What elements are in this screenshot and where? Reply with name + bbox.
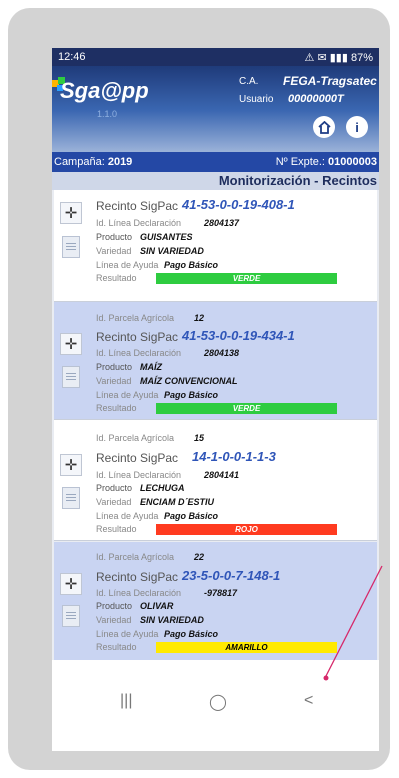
home-icon xyxy=(317,120,331,134)
user-label: Usuario xyxy=(239,94,274,105)
pointer-dot xyxy=(323,675,329,681)
list-item[interactable]: Id. Parcela Agrícola 15 ✛ Recinto SigPac… xyxy=(54,420,377,541)
app-header: Sga@pp 1.1.0 C.A. FEGA-Tragsatec Usuario… xyxy=(52,66,379,164)
variedad-value: ENCIAM D´ESTIU xyxy=(140,497,214,507)
producto-value: MAÍZ xyxy=(140,362,162,372)
parcela-value: 12 xyxy=(194,313,205,323)
home-nav-button[interactable]: ◯ xyxy=(209,692,227,712)
variedad-value: SIN VARIEDAD xyxy=(140,615,204,625)
expand-button[interactable]: ✛ xyxy=(60,202,82,224)
producto-label: Producto xyxy=(96,362,133,372)
plus-icon: ✛ xyxy=(64,576,78,593)
plus-icon: ✛ xyxy=(64,205,78,222)
resultado-badge: AMARILLO xyxy=(156,642,337,653)
ayuda-label: Línea de Ayuda xyxy=(96,260,159,270)
parcela-label: Id. Parcela Agrícola xyxy=(96,552,175,562)
parcela-value: 22 xyxy=(194,552,205,562)
parcela-label: Id. Parcela Agrícola xyxy=(96,433,175,443)
expte-label: Nº Expte.: xyxy=(275,156,325,168)
expand-button[interactable]: ✛ xyxy=(60,333,82,355)
campaign-label: Campaña: xyxy=(54,156,105,168)
variedad-label: Variedad xyxy=(96,497,132,507)
list-item[interactable]: Id. Parcela Agrícola 1 ✛ Recinto SigPac … xyxy=(54,190,377,302)
linea-value: 2804141 xyxy=(204,470,240,480)
producto-value: LECHUGA xyxy=(140,483,185,493)
ayuda-value: Pago Básico xyxy=(164,511,219,521)
producto-value: OLIVAR xyxy=(140,601,174,611)
recinto-value: 41-53-0-0-19-408-1 xyxy=(182,197,295,212)
app-version: 1.1.0 xyxy=(97,109,118,119)
status-bar: 12:46 ⚠ ✉ ▮▮▮ 87% xyxy=(52,48,379,66)
back-button[interactable]: < xyxy=(304,692,313,710)
resultado-badge: VERDE xyxy=(156,403,337,414)
linea-value: 2804137 xyxy=(204,218,240,228)
recinto-value: 14-1-0-0-1-1-3 xyxy=(192,449,276,464)
document-icon[interactable] xyxy=(62,366,80,388)
resultado-label: Resultado xyxy=(96,642,137,652)
ca-label: C.A. xyxy=(239,76,259,87)
expand-button[interactable]: ✛ xyxy=(60,454,82,476)
ayuda-value: Pago Básico xyxy=(164,629,219,639)
pointer-line xyxy=(325,565,383,677)
ca-value: FEGA-Tragsatec xyxy=(283,74,377,88)
expte-value: 01000003 xyxy=(328,156,377,168)
ayuda-label: Línea de Ayuda xyxy=(96,629,159,639)
campaign-bar: Campaña: 2019 Nº Expte.: 01000003 xyxy=(52,152,379,172)
variedad-value: SIN VARIEDAD xyxy=(140,246,204,256)
linea-label: Id. Línea Declaración xyxy=(96,588,182,598)
info-button[interactable]: i xyxy=(346,116,368,138)
info-icon: i xyxy=(355,119,359,135)
resultado-label: Resultado xyxy=(96,273,137,283)
status-time: 12:46 xyxy=(58,51,86,63)
document-icon[interactable] xyxy=(62,236,80,258)
producto-label: Producto xyxy=(96,483,133,493)
app-name: Sga@pp xyxy=(60,78,149,103)
variedad-value: MAÍZ CONVENCIONAL xyxy=(140,376,238,386)
recinto-label: Recinto SigPac xyxy=(96,199,179,213)
ayuda-value: Pago Básico xyxy=(164,260,219,270)
linea-label: Id. Línea Declaración xyxy=(96,348,182,358)
recinto-value: 41-53-0-0-19-434-1 xyxy=(182,328,295,343)
plus-icon: ✛ xyxy=(64,457,78,474)
document-icon[interactable] xyxy=(62,605,80,627)
recinto-label: Recinto SigPac xyxy=(96,451,179,465)
linea-label: Id. Línea Declaración xyxy=(96,218,182,228)
recinto-label: Recinto SigPac xyxy=(96,330,179,344)
resultado-badge: VERDE xyxy=(156,273,337,284)
list-item[interactable]: Id. Parcela Agrícola 12 ✛ Recinto SigPac… xyxy=(54,302,377,420)
page-title: Monitorización - Recintos xyxy=(52,172,379,190)
variedad-label: Variedad xyxy=(96,246,132,256)
resultado-label: Resultado xyxy=(96,403,137,413)
producto-value: GUISANTES xyxy=(140,232,193,242)
status-icons: ⚠ ✉ ▮▮▮ xyxy=(304,51,348,64)
status-indicators: ⚠ ✉ ▮▮▮ 87% xyxy=(305,51,373,64)
parcela-value: 15 xyxy=(194,433,205,443)
parcela-label: Id. Parcela Agrícola xyxy=(96,313,175,323)
variedad-label: Variedad xyxy=(96,615,132,625)
recinto-value: 23-5-0-0-7-148-1 xyxy=(182,568,281,583)
campaign-year: 2019 xyxy=(107,156,133,168)
user-value: 00000000T xyxy=(288,93,344,105)
producto-label: Producto xyxy=(96,601,133,611)
ayuda-label: Línea de Ayuda xyxy=(96,390,159,400)
producto-label: Producto xyxy=(96,232,133,242)
campaign-info: Campaña: 2019 xyxy=(54,156,132,168)
linea-label: Id. Línea Declaración xyxy=(96,470,182,480)
document-icon[interactable] xyxy=(62,487,80,509)
resultado-badge: ROJO xyxy=(156,524,337,535)
ayuda-label: Línea de Ayuda xyxy=(96,511,159,521)
expand-button[interactable]: ✛ xyxy=(60,573,82,595)
recinto-label: Recinto SigPac xyxy=(96,570,179,584)
ayuda-value: Pago Básico xyxy=(164,390,219,400)
resultado-label: Resultado xyxy=(96,524,137,534)
recent-apps-button[interactable]: ||| xyxy=(120,692,132,710)
annotation-pointer xyxy=(323,565,383,681)
linea-value: 2804138 xyxy=(204,348,240,358)
plus-icon: ✛ xyxy=(64,336,78,353)
home-button[interactable] xyxy=(313,116,335,138)
expte-info: Nº Expte.: 01000003 xyxy=(276,156,377,168)
linea-value: -978817 xyxy=(204,588,238,598)
variedad-label: Variedad xyxy=(96,376,132,386)
battery-level: 87% xyxy=(350,51,373,64)
